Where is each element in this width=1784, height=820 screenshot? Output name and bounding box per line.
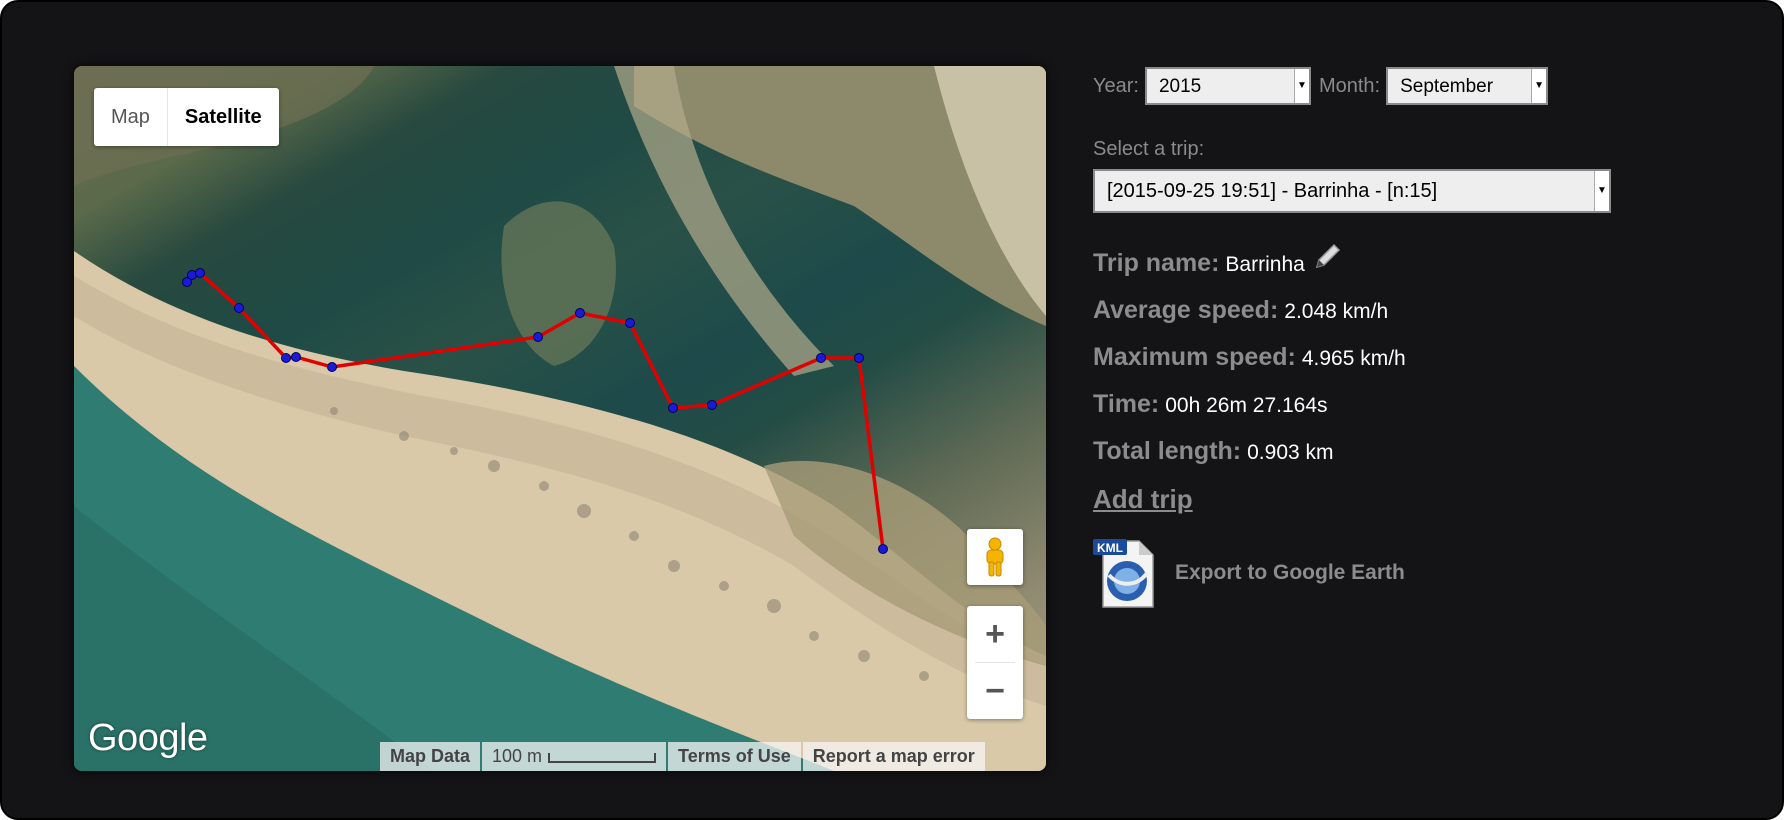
scale-label: 100 m [492, 746, 543, 766]
street-view-pegman-button[interactable] [967, 529, 1023, 585]
trip-select[interactable]: [2015-09-25 19:51] - Barrinha - [n:15] ▼ [1093, 169, 1611, 213]
zoom-out-button[interactable]: − [967, 663, 1023, 719]
chevron-down-icon: ▼ [1594, 171, 1609, 211]
google-logo: Google [88, 717, 208, 759]
edit-pencil-icon[interactable] [1313, 241, 1343, 278]
maximum-speed-label: Maximum speed: [1093, 343, 1296, 371]
average-speed-label: Average speed: [1093, 296, 1279, 324]
map-scale: 100 m [482, 742, 667, 771]
zoom-in-button[interactable]: + [967, 606, 1023, 662]
time-value: 00h 26m 27.164s [1165, 394, 1328, 417]
report-map-error-link[interactable]: Report a map error [802, 742, 985, 771]
map-attribution: Map Data 100 m Terms of Use Report a map… [380, 742, 987, 771]
trip-name-row: Trip name: Barrinha [1093, 241, 1693, 278]
map-data-link[interactable]: Map Data [380, 742, 481, 771]
total-length-value: 0.903 km [1247, 441, 1334, 464]
month-label: Month: [1318, 74, 1381, 97]
maximum-speed-value: 4.965 km/h [1301, 347, 1406, 370]
export-google-earth-link[interactable]: Export to Google Earth [1175, 561, 1405, 585]
terms-of-use-link[interactable]: Terms of Use [668, 742, 801, 771]
month-select[interactable]: September ▼ [1386, 67, 1549, 105]
trip-select-value: [2015-09-25 19:51] - Barrinha - [n:15] [1107, 180, 1438, 202]
time-label: Time: [1093, 390, 1160, 418]
year-value: 2015 [1158, 76, 1202, 97]
zoom-control: + − [967, 606, 1023, 719]
average-speed-value: 2.048 km/h [1284, 300, 1389, 323]
add-trip-link[interactable]: Add trip [1093, 484, 1193, 515]
total-length-label: Total length: [1093, 437, 1242, 465]
chevron-down-icon: ▼ [1293, 69, 1309, 103]
zoom-out-icon: − [985, 671, 1005, 710]
scale-bar [548, 752, 657, 763]
trip-name-label: Trip name: [1093, 249, 1220, 277]
time-row: Time: 00h 26m 27.164s [1093, 390, 1693, 419]
pegman-icon [986, 537, 1004, 577]
select-trip-label: Select a trip: [1093, 138, 1205, 160]
trip-panel: Year: 2015 ▼ Month: September ▼ Select a… [1093, 66, 1693, 609]
kml-file-icon[interactable]: KML [1093, 537, 1157, 609]
satellite-map[interactable]: Map Satellite + − Google Map Data 100 m … [74, 66, 1046, 771]
date-filters: Year: 2015 ▼ Month: September ▼ [1093, 66, 1693, 106]
map-type-map-button[interactable]: Map [94, 88, 167, 146]
export-row: KML Export to Google Earth [1093, 537, 1693, 609]
map-type-control: Map Satellite [94, 88, 279, 146]
trip-name-value: Barrinha [1225, 253, 1305, 276]
zoom-in-icon: + [985, 614, 1005, 653]
map-terrain [74, 66, 1046, 771]
chevron-down-icon: ▼ [1531, 69, 1547, 103]
kml-badge: KML [1097, 541, 1123, 555]
year-select[interactable]: 2015 ▼ [1144, 67, 1311, 105]
average-speed-row: Average speed: 2.048 km/h [1093, 296, 1693, 325]
year-label: Year: [1093, 74, 1139, 97]
app-frame: Map Satellite + − Google Map Data 100 m … [0, 0, 1784, 820]
map-type-satellite-button[interactable]: Satellite [166, 88, 279, 146]
maximum-speed-row: Maximum speed: 4.965 km/h [1093, 343, 1693, 372]
total-length-row: Total length: 0.903 km [1093, 437, 1693, 466]
month-value: September [1400, 76, 1494, 97]
